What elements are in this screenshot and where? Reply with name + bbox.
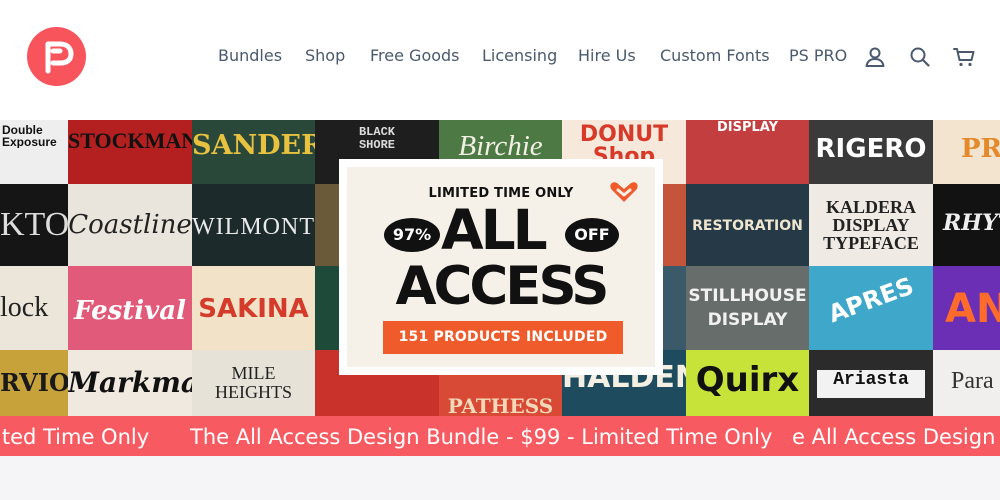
- product-tile[interactable]: lock: [0, 266, 68, 350]
- product-tile[interactable]: KTON: [0, 184, 68, 266]
- product-tile[interactable]: RESTORATION: [686, 184, 809, 266]
- account-icon[interactable]: [863, 45, 887, 69]
- product-tile[interactable]: RHYT: [933, 184, 1000, 266]
- promo-access: ACCESS: [395, 256, 610, 317]
- product-tile[interactable]: PRI: [933, 120, 1000, 184]
- heart-logo-icon: [609, 181, 639, 208]
- product-tile[interactable]: Quirx: [686, 350, 809, 416]
- product-tile[interactable]: Para: [933, 350, 1000, 416]
- promo-all: ALL: [441, 198, 548, 262]
- announcement-ticker[interactable]: ited Time Only The All Access Design Bun…: [0, 416, 1000, 456]
- product-tile[interactable]: Festival: [68, 266, 192, 350]
- ticker-segment: The All Access Design Bundle - $99 - Lim…: [190, 425, 773, 449]
- product-tile[interactable]: Markmano: [68, 350, 192, 416]
- product-tile[interactable]: AN: [933, 266, 1000, 350]
- product-tile[interactable]: Coastline: [68, 184, 192, 266]
- nav-licensing[interactable]: Licensing: [482, 46, 557, 65]
- product-tile[interactable]: STOCKMAN: [68, 120, 192, 184]
- product-tile[interactable]: SAKINA: [192, 266, 315, 350]
- discount-badge: 97%: [384, 218, 440, 252]
- nav-hire-us[interactable]: Hire Us: [578, 46, 636, 65]
- promo-card[interactable]: LIMITED TIME ONLY 97% ALL OFF ACCESS 151…: [339, 159, 663, 375]
- promo-card-inner: LIMITED TIME ONLY 97% ALL OFF ACCESS 151…: [347, 167, 655, 367]
- products-included-button[interactable]: 151 PRODUCTS INCLUDED: [383, 321, 623, 354]
- nav-bundles[interactable]: Bundles: [218, 46, 282, 65]
- product-tile[interactable]: SANDERO: [192, 120, 315, 184]
- cart-icon[interactable]: [952, 45, 976, 69]
- nav-shop[interactable]: Shop: [305, 46, 345, 65]
- logo-p-icon: [45, 41, 74, 74]
- site-header: Bundles Shop Free Goods Licensing Hire U…: [0, 0, 1000, 120]
- nav-ps-pro[interactable]: PS PRO: [789, 46, 847, 65]
- product-tile[interactable]: DISPLAY: [686, 120, 809, 184]
- product-tile[interactable]: Double Exposure: [0, 120, 68, 184]
- product-tile[interactable]: RIGERO: [809, 120, 933, 184]
- product-tile[interactable]: Ariasta: [809, 350, 933, 416]
- product-tile[interactable]: RVIO: [0, 350, 68, 416]
- nav-free-goods[interactable]: Free Goods: [370, 46, 460, 65]
- product-tile[interactable]: MILE HEIGHTS: [192, 350, 315, 416]
- page: Bundles Shop Free Goods Licensing Hire U…: [0, 0, 1000, 500]
- ticker-segment: e All Access Design: [792, 425, 996, 449]
- off-badge: OFF: [565, 218, 619, 252]
- product-tile[interactable]: KALDERA DISPLAY TYPEFACE: [809, 184, 933, 266]
- nav-custom-fonts[interactable]: Custom Fonts: [660, 46, 770, 65]
- product-tile[interactable]: APRES: [809, 266, 933, 350]
- product-tile[interactable]: STILLHOUSE DISPLAY: [686, 266, 809, 350]
- product-tile[interactable]: WILMONT: [192, 184, 315, 266]
- search-icon[interactable]: [908, 45, 932, 69]
- brand-logo[interactable]: [27, 27, 86, 86]
- page-body: [0, 456, 1000, 500]
- ticker-segment: ited Time Only: [0, 425, 150, 449]
